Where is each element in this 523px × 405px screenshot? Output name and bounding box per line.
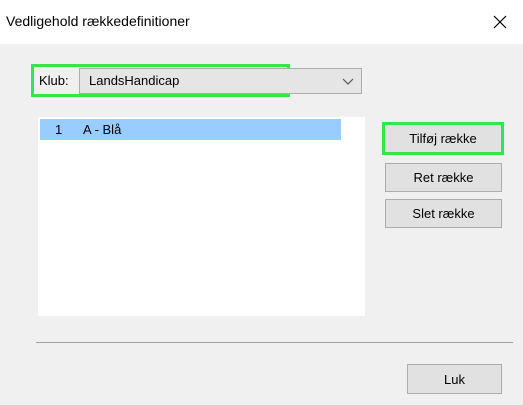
club-combobox-value: LandsHandicap [89, 73, 180, 88]
list-item[interactable]: 1 A - Blå [40, 119, 341, 140]
close-icon [493, 15, 507, 29]
row-name: A - Blå [83, 122, 122, 137]
club-label: Klub: [39, 73, 69, 88]
window-close-button[interactable] [477, 0, 523, 44]
window-title: Vedligehold rækkedefinitioner [6, 13, 190, 29]
edit-row-button[interactable]: Ret række [385, 163, 502, 192]
chevron-down-icon [342, 78, 354, 85]
row-number: 1 [55, 122, 63, 137]
add-row-button[interactable]: Tilføj række [382, 122, 504, 155]
close-dialog-button[interactable]: Luk [407, 364, 502, 394]
delete-row-button[interactable]: Slet række [385, 199, 502, 228]
separator-line [36, 342, 513, 343]
title-bar: Vedligehold rækkedefinitioner [0, 0, 523, 44]
club-combobox[interactable]: LandsHandicap [79, 68, 362, 94]
row-definitions-list[interactable]: 1 A - Blå [38, 117, 365, 316]
